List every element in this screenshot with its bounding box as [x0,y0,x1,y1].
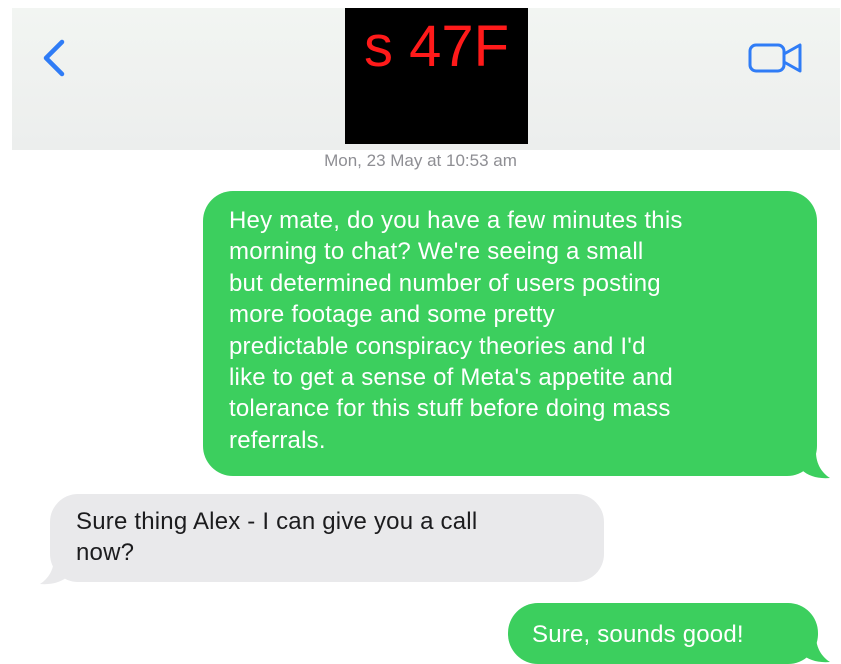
video-camera-icon [748,43,802,73]
bubble-tail [40,558,70,585]
message-line: like to get a sense of Meta's appetite a… [229,364,673,392]
message-thread-screen: s 47F Mon, 23 May at 10:53 am Hey mate, … [0,0,841,664]
redaction-label: s 47F [363,14,510,79]
message-line: but determined number of users posting [229,269,661,297]
message-line: referrals. [229,426,326,454]
redacted-contact-name: s 47F [345,8,528,144]
video-call-button[interactable] [746,38,806,78]
chevron-left-icon [43,39,65,77]
message-line: Sure thing Alex - I can give you a call [76,508,478,535]
message-line: tolerance for this stuff before doing ma… [229,395,671,423]
message-line: now? [76,539,135,567]
message-line: Hey mate, do you have a few minutes this [229,207,683,234]
sent-message-bubble[interactable]: Sure, sounds good! [508,603,818,664]
message-timestamp: Mon, 23 May at 10:53 am [324,151,517,170]
bubble-tail [800,452,830,479]
message-line: predictable conspiracy theories and I'd [229,332,646,360]
received-message-bubble[interactable]: Sure thing Alex - I can give you a call … [50,494,604,582]
back-button[interactable] [36,38,76,78]
message-line: more footage and some pretty [229,301,555,329]
message-line: morning to chat? We're seeing a small [229,238,644,266]
message-line: Sure, sounds good! [532,621,744,648]
sent-message-bubble[interactable]: Hey mate, do you have a few minutes this… [203,191,817,476]
bubble-tail [801,636,830,663]
